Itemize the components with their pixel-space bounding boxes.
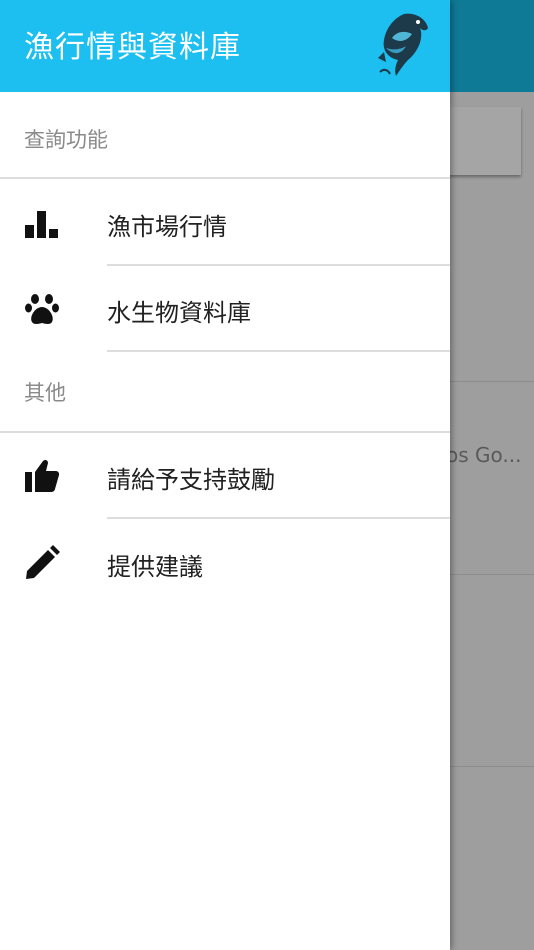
menu-item-feedback[interactable]: 提供建議	[0, 520, 450, 606]
menu-item-label: 請給予支持鼓勵	[107, 466, 275, 494]
drawer-header: 漁行情與資料庫	[0, 0, 450, 92]
screen: os Go... 漁行情與資料庫 查詢功能 漁市場行情 水生物資料庫 其他 請給…	[0, 0, 534, 950]
pencil-icon	[26, 545, 60, 579]
paw-icon	[25, 294, 59, 324]
background-divider	[450, 381, 534, 382]
menu-item-label: 漁市場行情	[107, 213, 227, 241]
bar-chart-icon	[25, 211, 58, 238]
thumbs-up-icon	[25, 459, 60, 492]
background-divider	[450, 766, 534, 767]
background-list-text: os Go...	[446, 443, 522, 467]
menu-item-label: 水生物資料庫	[107, 299, 251, 327]
drawer-title: 漁行情與資料庫	[24, 30, 241, 65]
menu-item-aquatic-database[interactable]: 水生物資料庫	[0, 266, 450, 352]
item-divider	[107, 517, 450, 519]
menu-item-market-prices[interactable]: 漁市場行情	[0, 180, 450, 266]
item-divider	[107, 350, 450, 352]
background-search-card	[440, 107, 521, 175]
section-divider	[0, 177, 450, 179]
section-header-other: 其他	[24, 381, 66, 405]
menu-item-label: 提供建議	[107, 553, 203, 581]
navigation-drawer: 漁行情與資料庫 查詢功能 漁市場行情 水生物資料庫 其他 請給予支持鼓勵 提供建…	[0, 0, 450, 950]
fish-logo	[378, 13, 428, 76]
background-divider	[450, 574, 534, 575]
menu-item-support[interactable]: 請給予支持鼓勵	[0, 433, 450, 519]
section-header-query: 查詢功能	[24, 128, 108, 152]
